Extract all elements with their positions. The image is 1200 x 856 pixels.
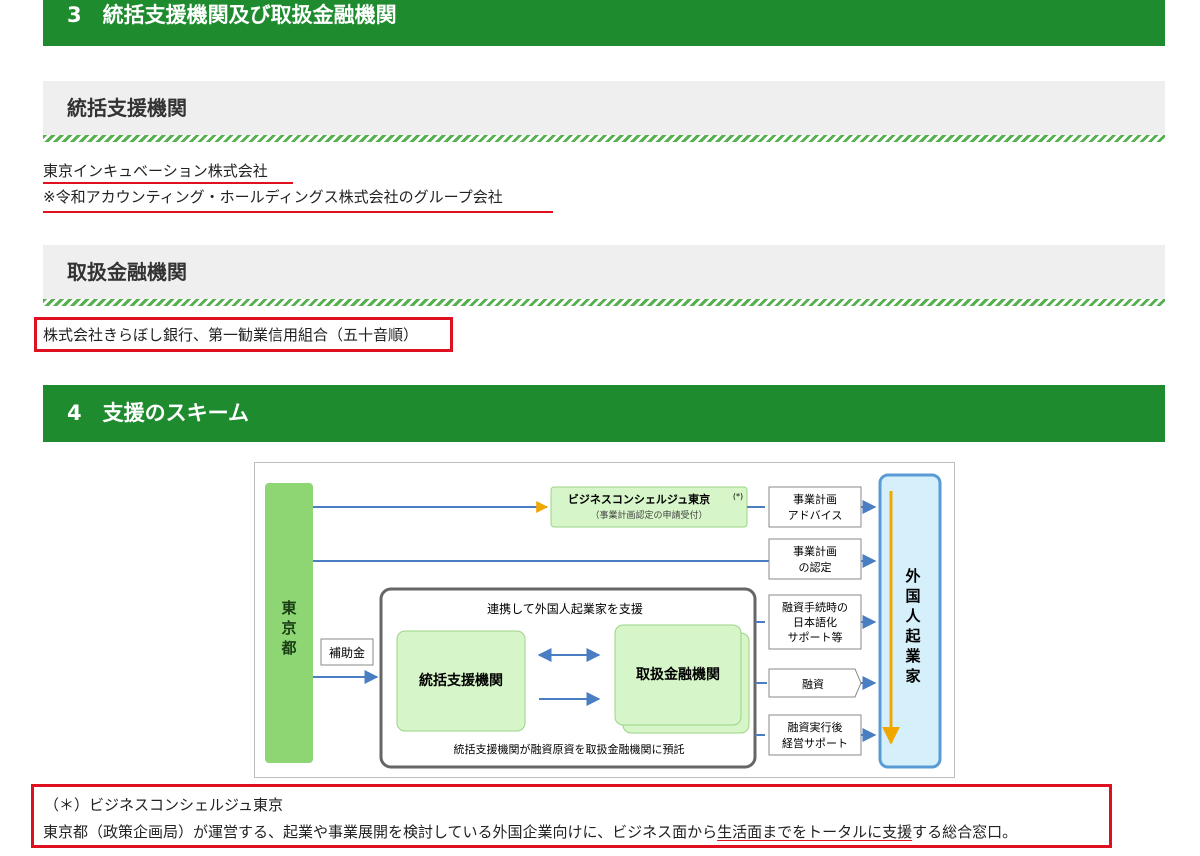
note-body: 東京都（政策企画局）が運営する、起業や事業展開を検討している外国企業向けに、ビジ… xyxy=(43,821,1017,842)
cooperation-caption: 連携して外国人起業家を支援 xyxy=(487,601,643,616)
financial-org-box-label: 取扱金融機関 xyxy=(636,666,720,683)
section4-header: 4 支援のスキーム xyxy=(43,385,1165,442)
label-jp-line-0: 融資手続時の xyxy=(782,600,848,614)
financial-org-heading-text: 取扱金融機関 xyxy=(67,260,187,284)
label-advice-line-0: 事業計画 xyxy=(793,492,837,506)
entrepreneur-char-4: 業 xyxy=(904,647,921,665)
entrepreneur-char-2: 人 xyxy=(905,607,921,625)
concierge-sub: （事業計画認定の申請受付） xyxy=(590,509,707,521)
support-org-heading: 統括支援機関 xyxy=(43,81,1165,142)
note-body-highlight: 生活面までをトータルに支援 xyxy=(717,823,913,841)
scheme-diagram: 東 京 都 外 国 人 起 業 家 ビジネスコンシェルジュ東京 (*) （事業計… xyxy=(254,462,955,778)
support-org-note: ※令和アカウンティング・ホールディングス株式会社のグループ会社 xyxy=(43,188,503,206)
concierge-label: ビジネスコンシェルジュ東京 xyxy=(568,492,710,506)
label-mgmt-line-1: 経営サポート xyxy=(782,736,848,750)
financial-org-names: 株式会社きらぼし銀行、第一勧業信用組合（五十音順） xyxy=(43,326,419,344)
label-cert-line-1: の認定 xyxy=(799,560,832,574)
support-org-name: 東京インキュベーション株式会社 xyxy=(43,162,268,180)
entrepreneur-char-5: 家 xyxy=(905,667,920,685)
label-advice-line-1: アドバイス xyxy=(788,509,843,522)
note-title: （＊）ビジネスコンシェルジュ東京 xyxy=(44,796,283,814)
label-jp-line-2: サポート等 xyxy=(788,630,843,644)
tokyo-char-0: 東 xyxy=(281,599,296,617)
support-org-box-label: 統括支援機関 xyxy=(419,672,503,689)
section4-title: 4 支援のスキーム xyxy=(67,401,249,425)
financial-org-heading: 取扱金融機関 xyxy=(43,245,1165,306)
entrepreneur-char-1: 国 xyxy=(905,587,920,605)
section3-title: 3 統括支援機関及び取扱金融機関 xyxy=(67,3,397,27)
red-underline-1 xyxy=(43,182,293,184)
section3-header: 3 統括支援機関及び取扱金融機関 xyxy=(43,0,1165,46)
subsidy-label: 補助金 xyxy=(329,645,365,660)
label-jp-line-1: 日本語化 xyxy=(793,615,837,629)
entrepreneur-char-3: 起 xyxy=(904,627,921,645)
note-body-c: する総合窓口。 xyxy=(912,823,1018,841)
scheme-diagram-svg: 東 京 都 外 国 人 起 業 家 ビジネスコンシェルジュ東京 (*) （事業計… xyxy=(265,473,942,769)
label-mgmt-line-0: 融資実行後 xyxy=(788,720,843,734)
note-body-a: 東京都（政策企画局）が運営する、起業や事業展開を検討している外国企業向けに、ビジ… xyxy=(43,823,718,841)
label-cert-line-0: 事業計画 xyxy=(793,544,837,558)
concierge-mark: (*) xyxy=(733,492,743,501)
tokyo-char-2: 都 xyxy=(280,639,296,657)
label-loan: 融資 xyxy=(802,678,824,691)
deposit-caption: 統括支援機関が融資原資を取扱金融機関に預託 xyxy=(454,742,685,756)
tokyo-char-1: 京 xyxy=(281,619,296,637)
support-org-heading-text: 統括支援機関 xyxy=(67,96,187,120)
red-underline-2 xyxy=(43,211,553,213)
entrepreneur-char-0: 外 xyxy=(904,567,920,585)
